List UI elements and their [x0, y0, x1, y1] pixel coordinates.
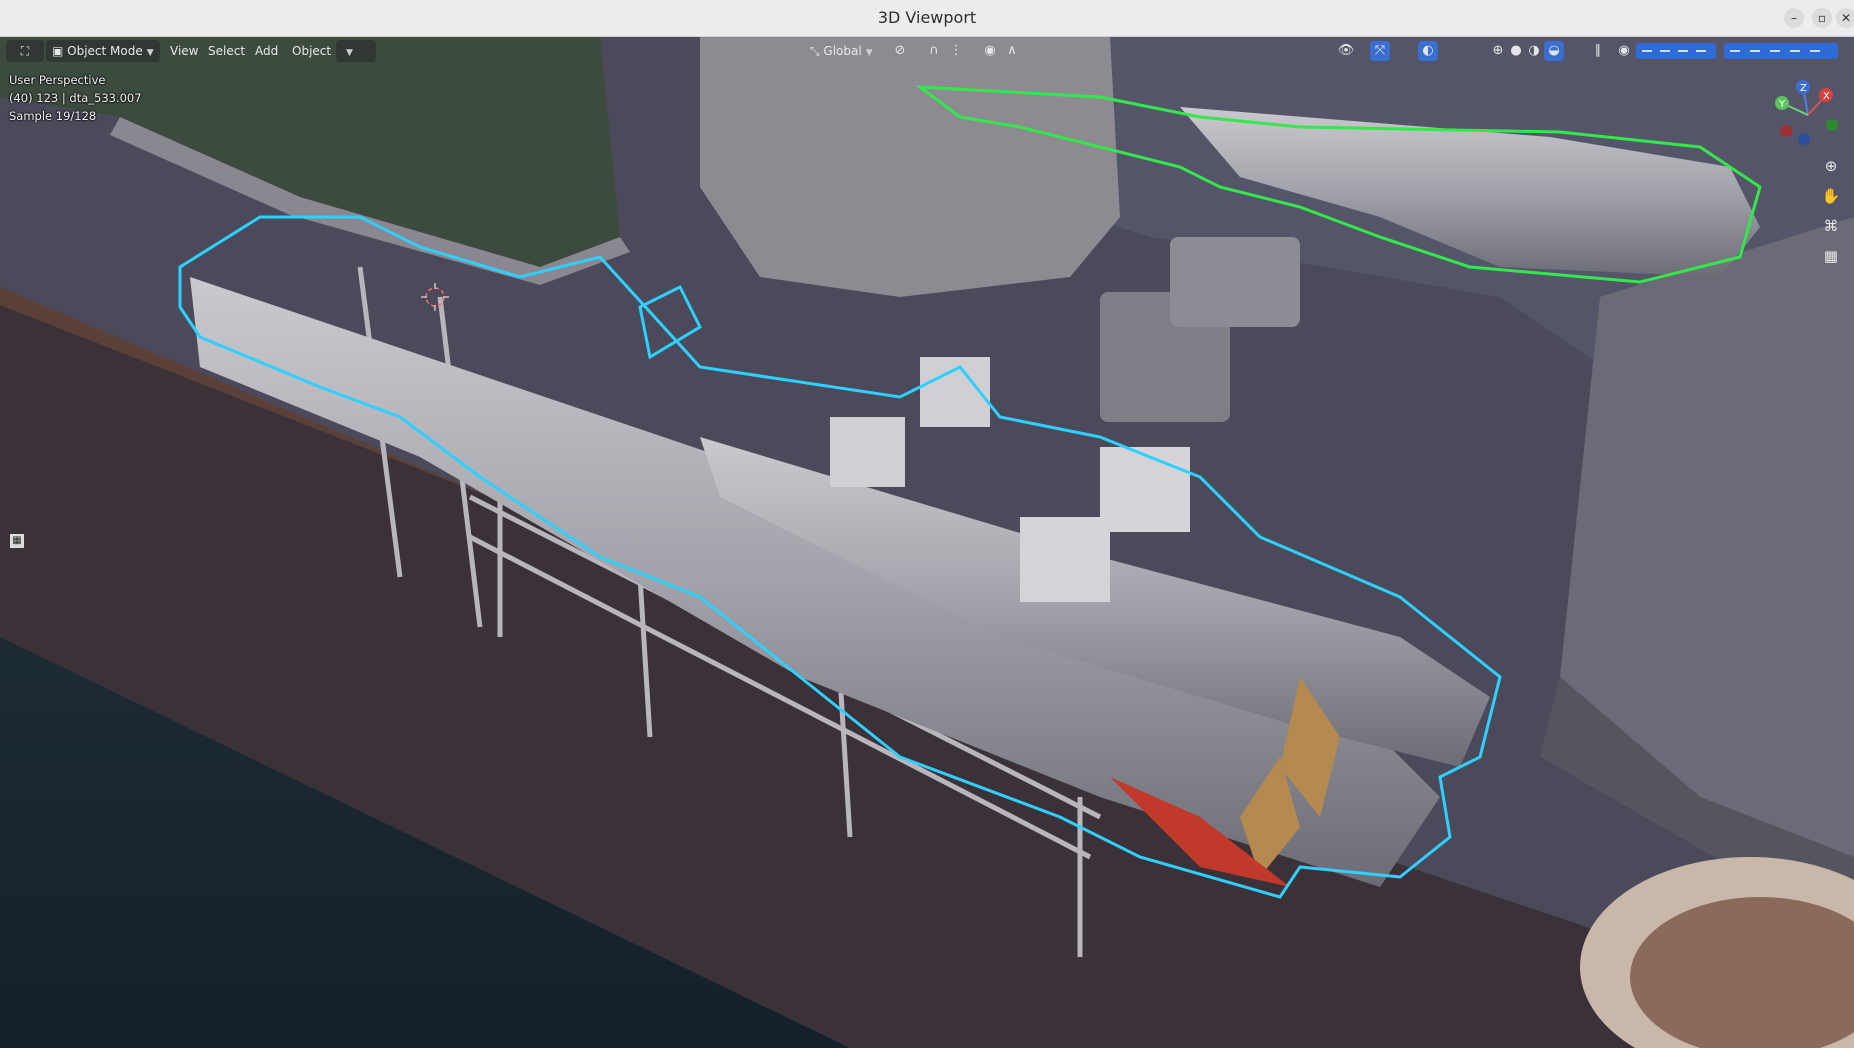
- viewport-render[interactable]: Z X Y: [0, 37, 1854, 1048]
- xray-icon[interactable]: ⊕: [1488, 41, 1508, 61]
- editor-type-button[interactable]: ⛶: [6, 40, 44, 62]
- chevron-down-icon: ▼: [865, 48, 873, 58]
- editor-type-icon: ⛶: [20, 44, 30, 58]
- window-title: 3D Viewport: [877, 8, 977, 27]
- transform-orientation-icon: ⤡: [810, 44, 824, 58]
- chevron-down-icon: ▼: [346, 48, 353, 58]
- mode-dropdown[interactable]: ▣ Object Mode ▼: [46, 40, 160, 62]
- gizmo-toggle-icon[interactable]: ⤧: [1370, 41, 1390, 61]
- toolbar-toggle-icon[interactable]: ▦: [10, 534, 24, 548]
- camera-view-icon[interactable]: ⌘: [1818, 213, 1844, 239]
- blender-window: 3D Viewport – ▫ ✕ Z X Y ⛶ ▣ Object Mode …: [0, 0, 1854, 1048]
- shading-solid-icon[interactable]: ●: [1506, 41, 1526, 61]
- 3d-viewport[interactable]: Z X Y ⛶ ▣ Object Mode ▼ View Select Add O…: [0, 37, 1854, 1048]
- proportional-edit-icon[interactable]: ◉: [980, 41, 1000, 61]
- layer-toggles-2[interactable]: [1724, 43, 1838, 59]
- object-mode-icon: ▣: [52, 44, 68, 58]
- overlays-toggle-icon[interactable]: ◐: [1418, 41, 1438, 61]
- shading-material-icon[interactable]: ◑: [1524, 41, 1544, 61]
- pause-render-button[interactable]: ∥: [1588, 41, 1608, 61]
- menu-add[interactable]: Add: [249, 40, 284, 62]
- ortho-toggle-icon[interactable]: ▦: [1818, 243, 1844, 269]
- menu-object[interactable]: Object: [286, 40, 337, 62]
- extra-dropdown[interactable]: ▼: [336, 40, 376, 62]
- object-info-label: (40) 123 | dta_533.007: [9, 91, 142, 105]
- orientation-label: Global: [823, 44, 862, 58]
- crate-2: [1170, 237, 1300, 327]
- orientation-dropdown[interactable]: ⤡ Global ▼: [804, 40, 879, 62]
- pan-icon[interactable]: ✋: [1818, 183, 1844, 209]
- close-button[interactable]: ✕: [1836, 8, 1854, 28]
- minimize-button[interactable]: –: [1784, 8, 1804, 28]
- snap-grid-icon[interactable]: ⋮: [946, 41, 966, 61]
- maximize-button[interactable]: ▫: [1812, 8, 1832, 28]
- zoom-icon[interactable]: ⊕: [1818, 153, 1844, 179]
- falloff-icon[interactable]: ∧: [1002, 41, 1022, 61]
- gizmo-x-label: X: [1823, 91, 1830, 102]
- perspective-label: User Perspective: [9, 73, 106, 87]
- pivot-point-icon[interactable]: ⊘: [890, 41, 910, 61]
- render-sample-label: Sample 19/128: [9, 109, 97, 123]
- gizmo-y-label: Y: [1778, 99, 1786, 110]
- snap-magnet-icon[interactable]: ∩: [924, 41, 944, 61]
- gizmo-neg-z[interactable]: [1798, 133, 1810, 145]
- viewport-text-overlay: User Perspective (40) 123 | dta_533.007 …: [9, 71, 142, 125]
- menu-view[interactable]: View: [164, 40, 204, 62]
- gizmo-neg-y[interactable]: [1826, 119, 1838, 131]
- visibility-icon[interactable]: 👁: [1336, 41, 1356, 61]
- eye-icon[interactable]: ◉: [1614, 41, 1634, 61]
- funnel-base: [700, 37, 1120, 297]
- shading-rendered-icon[interactable]: ◒: [1544, 41, 1564, 61]
- layer-toggles-1[interactable]: [1636, 43, 1716, 59]
- viewport-header: ⛶ ▣ Object Mode ▼ View Select Add Object …: [0, 37, 1854, 65]
- title-bar: 3D Viewport – ▫ ✕: [0, 0, 1854, 37]
- gizmo-z-label: Z: [1800, 83, 1807, 94]
- chevron-down-icon: ▼: [146, 48, 154, 58]
- menu-select[interactable]: Select: [202, 40, 251, 62]
- mode-label: Object Mode: [67, 44, 143, 58]
- gizmo-neg-x[interactable]: [1780, 125, 1792, 137]
